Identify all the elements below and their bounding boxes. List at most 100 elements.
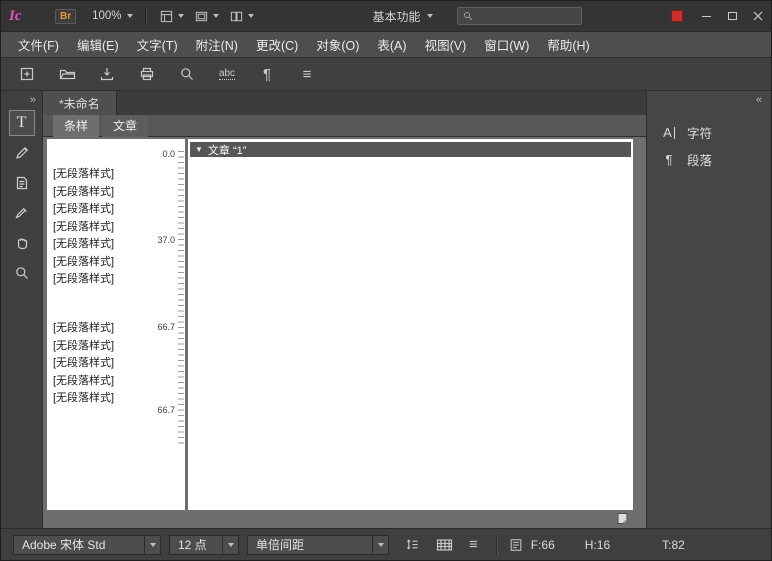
chevron-down-icon — [248, 14, 254, 18]
menu-item[interactable]: 窗口(W) — [475, 32, 538, 57]
menu-item[interactable]: 文字(T) — [128, 32, 187, 57]
window-controls — [671, 1, 771, 31]
pilcrow-icon: ¶ — [263, 67, 271, 82]
pencil-tool[interactable] — [9, 140, 35, 166]
screen-mode-dropdown[interactable] — [189, 7, 224, 26]
character-panel-button[interactable]: A 字符 — [647, 119, 771, 146]
menu-item[interactable]: 帮助(H) — [538, 32, 598, 57]
leading-dropdown[interactable] — [372, 536, 388, 554]
status-menu-button[interactable]: ≡ — [469, 537, 478, 552]
leading-value: 单倍间距 — [248, 536, 372, 553]
chevron-down-icon — [228, 543, 234, 547]
zoom-tool[interactable] — [9, 260, 35, 286]
collapse-story-icon[interactable]: ▼ — [195, 146, 203, 154]
close-button[interactable] — [745, 1, 771, 31]
collapse-panel-icon[interactable]: « — [756, 94, 762, 106]
bridge-button[interactable]: Br — [55, 9, 76, 24]
search-icon — [179, 66, 195, 82]
toolbar-menu-button[interactable]: ≡ — [297, 64, 317, 84]
type-tool-icon: T — [17, 114, 27, 132]
print-button[interactable] — [137, 64, 157, 84]
view-tab[interactable]: 文章 — [102, 115, 148, 137]
character-panel-icon: A — [660, 125, 678, 140]
spellcheck-button[interactable]: abc — [217, 64, 237, 84]
character-panel-label: 字符 — [687, 123, 712, 142]
zoom-dropdown[interactable]: 100% — [88, 8, 136, 24]
type-tool[interactable]: T — [9, 110, 35, 136]
font-size-select[interactable]: 12 点 — [169, 535, 239, 555]
menu-item[interactable]: 文件(F) — [9, 32, 68, 57]
toolbar: abc ¶ ≡ — [1, 57, 771, 91]
paragraph-style-label: [无段落样式] — [53, 373, 114, 391]
leading-select[interactable]: 单倍间距 — [247, 535, 389, 555]
line-spacing-button[interactable] — [405, 537, 420, 552]
record-indicator-icon — [671, 10, 683, 22]
note-tool[interactable] — [9, 170, 35, 196]
note-icon — [14, 175, 30, 191]
search-input[interactable] — [477, 10, 572, 22]
resize-grip-icon[interactable] — [616, 512, 630, 525]
grid-toggle-button[interactable] — [436, 538, 453, 552]
titlebar: Ic Br 100% 基本功能 — [1, 1, 771, 31]
search-box[interactable] — [457, 7, 582, 25]
grid-toggle-icon — [436, 538, 453, 552]
story-header[interactable]: ▼ 文章 “1” — [190, 142, 631, 157]
galley-panel[interactable]: [无段落样式][无段落样式][无段落样式][无段落样式][无段落样式][无段落样… — [47, 139, 185, 510]
new-document-button[interactable] — [17, 64, 37, 84]
workspace-switcher[interactable]: 基本功能 — [367, 6, 439, 27]
font-family-select[interactable]: Adobe 宋体 Std — [13, 535, 161, 555]
workarea: » T *未命名 条样文章 — [1, 91, 771, 528]
hand-tool[interactable] — [9, 230, 35, 256]
close-icon — [753, 11, 763, 21]
depth-ruler-mark: 66.7 — [157, 405, 175, 415]
pencil-icon — [14, 145, 30, 161]
paragraph-panel-label: 段落 — [687, 150, 712, 169]
chevron-down-icon — [378, 543, 384, 547]
paragraph-style-label: [无段落样式] — [53, 338, 114, 356]
menu-icon: ≡ — [469, 537, 478, 552]
search-tool-button[interactable] — [177, 64, 197, 84]
workspace-label: 基本功能 — [373, 8, 421, 25]
font-family-dropdown[interactable] — [144, 536, 160, 554]
menu-item[interactable]: 编辑(E) — [68, 32, 128, 57]
eyedropper-icon — [14, 205, 30, 221]
eyedropper-tool[interactable] — [9, 200, 35, 226]
maximize-button[interactable] — [719, 1, 745, 31]
paragraph-style-label: [无段落样式] — [53, 355, 114, 373]
expand-panel-icon[interactable]: » — [30, 94, 36, 106]
depth-ruler-ticks — [178, 151, 184, 446]
document-tab[interactable]: *未命名 — [43, 91, 117, 115]
paragraph-style-label: [无段落样式] — [53, 236, 114, 254]
paragraph-style-label: [无段落样式] — [53, 201, 114, 219]
arrange-documents-icon — [229, 9, 244, 24]
font-family-value: Adobe 宋体 Std — [14, 536, 144, 553]
tools-panel: » T — [1, 91, 43, 528]
chevron-down-icon — [150, 543, 156, 547]
paragraph-style-label: [无段落样式] — [53, 254, 114, 272]
arrange-documents-dropdown[interactable] — [224, 7, 259, 26]
chevron-down-icon — [178, 14, 184, 18]
view-tab[interactable]: 条样 — [53, 115, 99, 137]
save-button[interactable] — [97, 64, 117, 84]
view-options-dropdown[interactable] — [154, 7, 189, 26]
paragraph-style-label: [无段落样式] — [53, 390, 114, 408]
copyfit-info: F:66 H:16 T:82 — [509, 538, 685, 552]
paragraph-panel-button[interactable]: ¶ 段落 — [647, 146, 771, 173]
show-paragraph-marks-button[interactable]: ¶ — [257, 64, 277, 84]
copyfit-stat: H:16 — [585, 538, 610, 552]
view-options-icon — [159, 9, 174, 24]
font-size-dropdown[interactable] — [222, 536, 238, 554]
minimize-button[interactable] — [693, 1, 719, 31]
paragraph-style-label: [无段落样式] — [53, 219, 114, 237]
story-panel[interactable]: ▼ 文章 “1” — [188, 139, 633, 510]
zoom-value: 100% — [92, 10, 121, 22]
menu-item[interactable]: 附注(N) — [187, 32, 247, 57]
menu-item[interactable]: 视图(V) — [416, 32, 476, 57]
copyfit-stat: F:66 — [531, 538, 555, 552]
menu-item[interactable]: 更改(C) — [247, 32, 307, 57]
incopy-logo: Ic — [9, 8, 31, 25]
menu-item[interactable]: 对象(O) — [307, 32, 368, 57]
open-button[interactable] — [57, 64, 77, 84]
editor-content: [无段落样式][无段落样式][无段落样式][无段落样式][无段落样式][无段落样… — [43, 137, 646, 528]
menu-item[interactable]: 表(A) — [368, 32, 415, 57]
